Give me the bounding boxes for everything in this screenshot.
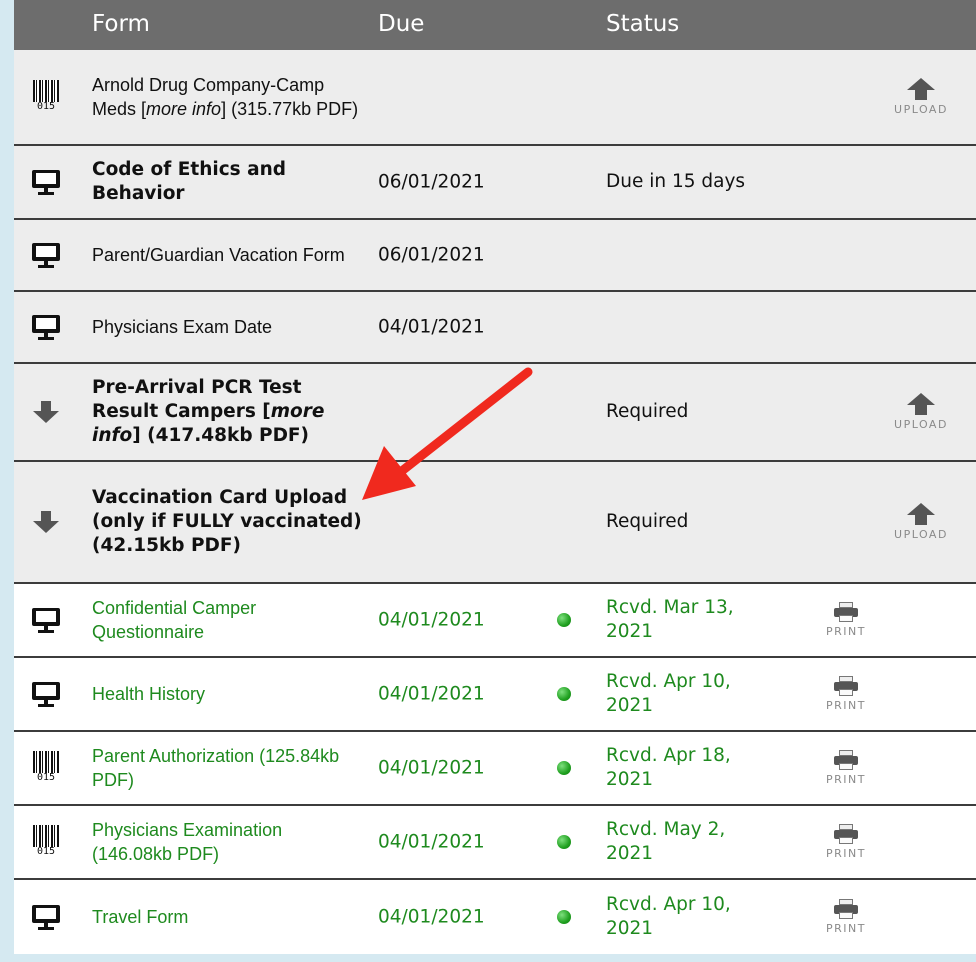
due-date: 04/01/2021 (378, 609, 485, 631)
table-row: Confidential Camper Questionnaire 04/01/… (14, 584, 976, 658)
forms-table: Form Due Status 015 Arnold Drug Company-… (14, 0, 976, 954)
status-dot-icon (557, 761, 571, 775)
table-row: Code of Ethics and Behavior 06/01/2021 D… (14, 146, 976, 220)
due-date: 04/01/2021 (378, 757, 485, 779)
more-info-link[interactable]: more info (146, 99, 221, 119)
due-date: 04/01/2021 (378, 906, 485, 928)
table-row: Pre-Arrival PCR Test Result Campers [mor… (14, 364, 976, 462)
due-date: 06/01/2021 (378, 244, 485, 266)
status-text: Due in 15 days (606, 171, 746, 192)
printer-icon (834, 602, 858, 622)
column-header-status: Status (606, 11, 680, 37)
column-header-due: Due (378, 11, 425, 37)
table-row: 015 Parent Authorization (125.84kb PDF) … (14, 732, 976, 806)
status-text: Rcvd. Apr 10, 2021 (606, 894, 731, 939)
monitor-icon (30, 166, 62, 198)
upload-arrow-icon (907, 503, 935, 515)
monitor-icon (30, 901, 62, 933)
form-name-link[interactable]: Pre-Arrival PCR Test Result Campers [mor… (92, 376, 362, 448)
printer-icon (834, 824, 858, 844)
printer-icon (834, 899, 858, 919)
print-button[interactable]: PRINT (818, 602, 874, 638)
form-name-link[interactable]: Health History (92, 682, 362, 706)
upload-arrow-icon (907, 393, 935, 405)
column-header-form: Form (92, 11, 150, 37)
status-text: Required (606, 401, 689, 422)
upload-button[interactable]: UPLOAD (886, 78, 956, 116)
table-row: Physicians Exam Date 04/01/2021 (14, 292, 976, 364)
printer-icon (834, 676, 858, 696)
upload-arrow-icon (907, 78, 935, 90)
status-text: Rcvd. May 2, 2021 (606, 819, 726, 864)
status-dot-icon (557, 910, 571, 924)
table-row: Health History 04/01/2021 Rcvd. Apr 10, … (14, 658, 976, 732)
due-date: 04/01/2021 (378, 316, 485, 338)
monitor-icon (30, 678, 62, 710)
printer-icon (834, 750, 858, 770)
print-button[interactable]: PRINT (818, 899, 874, 935)
due-date: 06/01/2021 (378, 171, 485, 193)
form-name-link[interactable]: Code of Ethics and Behavior (92, 158, 362, 206)
monitor-icon (30, 239, 62, 271)
print-button[interactable]: PRINT (818, 824, 874, 860)
table-header: Form Due Status (14, 0, 976, 50)
form-name-link[interactable]: Physicians Exam Date (92, 315, 362, 339)
upload-button[interactable]: UPLOAD (886, 393, 956, 431)
table-row: Vaccination Card Upload (only if FULLY v… (14, 462, 976, 584)
due-date: 04/01/2021 (378, 831, 485, 853)
form-name-link[interactable]: Physicians Examination (146.08kb PDF) (92, 818, 362, 866)
print-button[interactable]: PRINT (818, 676, 874, 712)
table-row: 015 Physicians Examination (146.08kb PDF… (14, 806, 976, 880)
status-text: Rcvd. Apr 10, 2021 (606, 671, 731, 716)
table-row: Parent/Guardian Vacation Form 06/01/2021 (14, 220, 976, 292)
barcode-icon: 015 (30, 825, 62, 858)
monitor-icon (30, 311, 62, 343)
barcode-icon: 015 (30, 80, 62, 113)
monitor-icon (30, 604, 62, 636)
form-name-link[interactable]: Travel Form (92, 905, 362, 929)
upload-button[interactable]: UPLOAD (886, 503, 956, 541)
form-name-link[interactable]: Parent Authorization (125.84kb PDF) (92, 744, 362, 792)
status-text: Rcvd. Mar 13, 2021 (606, 597, 734, 642)
form-name-link[interactable]: Arnold Drug Company-Camp Meds [more info… (92, 73, 362, 121)
due-date: 04/01/2021 (378, 683, 485, 705)
barcode-icon: 015 (30, 751, 62, 784)
table-row: Travel Form 04/01/2021 Rcvd. Apr 10, 202… (14, 880, 976, 954)
form-name-link[interactable]: Vaccination Card Upload (only if FULLY v… (92, 486, 362, 558)
status-dot-icon (557, 613, 571, 627)
download-icon[interactable] (30, 506, 62, 538)
status-dot-icon (557, 835, 571, 849)
status-dot-icon (557, 687, 571, 701)
print-button[interactable]: PRINT (818, 750, 874, 786)
form-name-link[interactable]: Confidential Camper Questionnaire (92, 596, 362, 644)
download-icon[interactable] (30, 396, 62, 428)
table-row: 015 Arnold Drug Company-Camp Meds [more … (14, 50, 976, 146)
status-text: Rcvd. Apr 18, 2021 (606, 745, 731, 790)
status-text: Required (606, 511, 689, 532)
form-name-link[interactable]: Parent/Guardian Vacation Form (92, 243, 362, 267)
